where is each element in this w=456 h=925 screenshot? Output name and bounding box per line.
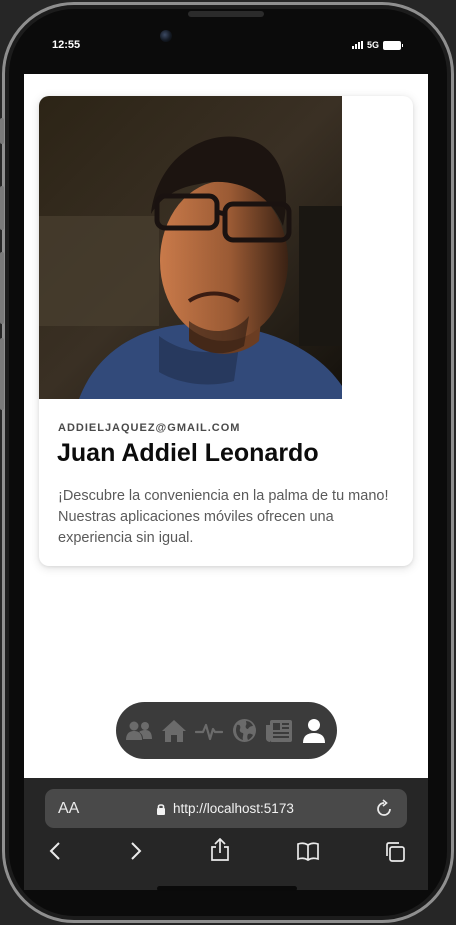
home-icon [162,719,186,742]
network-label: 5G [367,40,380,50]
user-icon [303,718,325,743]
tab-profile[interactable] [300,714,329,748]
browser-toolbar [24,838,428,871]
front-camera [160,30,172,42]
tab-explore[interactable] [230,714,259,748]
volume-up-button [0,186,4,230]
reload-icon[interactable] [375,799,393,818]
browser-chrome: AA http://localhost:5173 [24,778,428,890]
newspaper-icon [266,719,292,742]
profile-description: ¡Descubre la conveniencia en la palma de… [58,488,389,546]
heartbeat-icon [195,723,223,740]
speaker-grille [188,11,264,17]
volume-down-button [0,252,4,324]
signal-icon [352,41,363,49]
back-icon[interactable] [49,841,61,861]
tab-news[interactable] [265,714,294,748]
profile-photo [39,96,342,399]
app-screen: ADDIELJAQUEZ@GMAIL.COM Juan Addiel Leona… [24,74,428,778]
tab-activity[interactable] [195,714,224,748]
users-icon [126,721,152,740]
bookmarks-icon[interactable] [296,841,320,861]
tab-users[interactable] [125,714,154,748]
bottom-nav [116,702,337,759]
profile-email: ADDIELJAQUEZ@GMAIL.COM [58,422,241,434]
tabs-icon[interactable] [384,841,406,863]
profile-card: ADDIELJAQUEZ@GMAIL.COM Juan Addiel Leona… [39,96,413,566]
share-icon[interactable] [210,838,230,862]
tab-home[interactable] [160,714,189,748]
lock-icon [157,804,165,815]
mute-switch [0,118,4,144]
home-indicator [157,886,297,891]
text-size-button[interactable]: AA [58,800,79,818]
battery-icon [383,40,404,50]
profile-name: Juan Addiel Leonardo [57,439,319,467]
status-time: 12:55 [52,39,81,51]
status-indicators: 5G [352,40,404,50]
url-text: http://localhost:5173 [173,801,294,816]
forward-icon[interactable] [130,841,142,861]
volume-side-button [0,338,4,410]
globe-icon [232,719,256,742]
address-bar[interactable]: AA http://localhost:5173 [45,789,407,828]
